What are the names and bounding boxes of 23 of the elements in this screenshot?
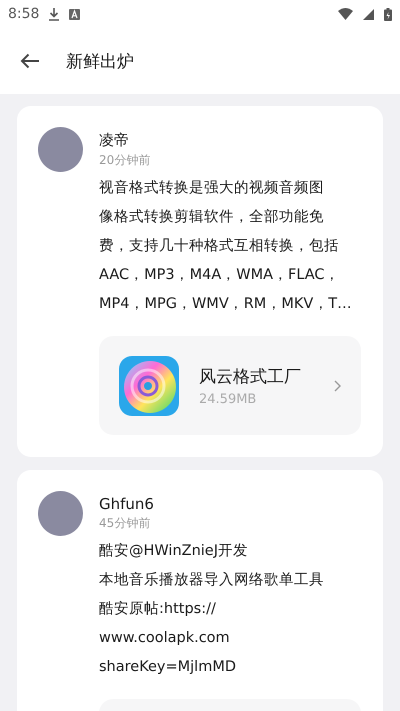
- download-icon: [49, 8, 60, 20]
- post-card[interactable]: Ghfun6 45分钟前 酷安@HWinZnieJ开发 本地音乐播放器导入网络歌单工具 酷安原帖:https:// www.coolapk.com shareKey=MjlmMD: [17, 470, 383, 711]
- wifi-icon: [338, 8, 353, 20]
- letter-a-icon: [69, 8, 80, 20]
- page-title: 新鲜出炉: [66, 50, 134, 72]
- post-time: 20分钟前: [99, 152, 152, 169]
- back-arrow-icon[interactable]: [20, 53, 40, 69]
- post-card[interactable]: 凌帝 20分钟前 视音格式转换是强大的视频音频图 像格式转换剪辑软件，全部功能免 费，支持几十种格式互相转换，包括 AAC，MP3，M4A，WMA，FLAC， MP4，MPG，WMV，RM，MKV，T… 风云格式工厂 24.59MB: [17, 106, 383, 457]
- app-icon: [119, 356, 179, 416]
- post-text: 视音格式转换是强大的视频音频图 像格式转换剪辑软件，全部功能免 费，支持几十种格式互相转换，包括 AAC，MP3，M4A，WMA，FLAC， MP4，MPG，WMV，RM，MKV，T…: [99, 178, 353, 314]
- author-name[interactable]: 凌帝: [99, 131, 361, 150]
- app-size: 24.59MB: [199, 392, 258, 406]
- status-time: 8:58: [8, 6, 40, 22]
- post-time: 45分钟前: [99, 515, 152, 532]
- app-name: 风云格式工厂: [199, 366, 302, 388]
- battery-icon: [384, 8, 392, 20]
- chevron-right-icon: [334, 380, 341, 392]
- avatar[interactable]: [38, 491, 83, 536]
- author-name[interactable]: Ghfun6: [99, 495, 361, 513]
- app-card[interactable]: 风云格式工厂 24.59MB: [99, 336, 361, 435]
- avatar[interactable]: [38, 127, 83, 172]
- post-text: 酷安@HWinZnieJ开发 本地音乐播放器导入网络歌单工具 酷安原帖:https:// www.coolapk.com shareKey=MjlmMD: [99, 542, 325, 677]
- signal-icon: [363, 8, 374, 20]
